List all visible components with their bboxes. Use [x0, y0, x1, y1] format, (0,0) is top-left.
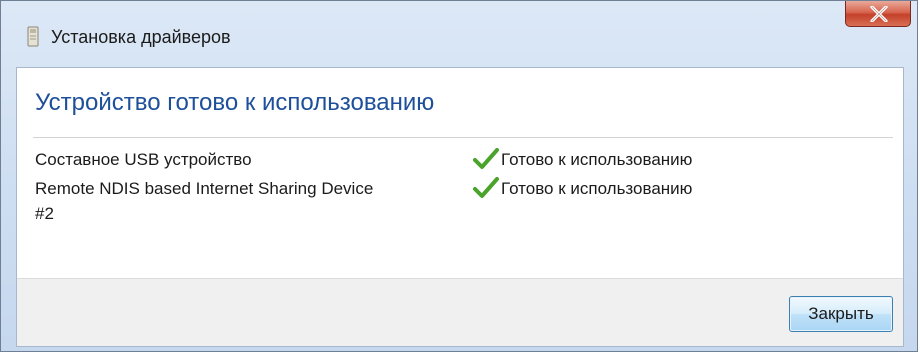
driver-install-dialog: Установка драйверов Устройство готово к …: [0, 0, 918, 352]
device-name: Remote NDIS based Internet Sharing Devic…: [35, 179, 374, 198]
device-status: Готово к использованию: [501, 150, 693, 169]
driver-install-icon: [27, 26, 39, 47]
page-title: Устройство готово к использованию: [35, 89, 435, 116]
device-name-continued: #2: [35, 204, 54, 223]
device-status: Готово к использованию: [501, 179, 693, 198]
window-title: Установка драйверов: [51, 27, 231, 47]
divider: [33, 137, 893, 138]
content-panel: Устройство готово к использованию Состав…: [16, 67, 904, 347]
title-bar[interactable]: Установка драйверов: [1, 1, 917, 61]
close-dialog-button[interactable]: Закрыть: [789, 296, 893, 332]
dialog-footer: Закрыть: [17, 278, 903, 346]
checkmark-icon: [473, 148, 499, 170]
close-icon: [870, 6, 888, 22]
device-name: Составное USB устройство: [35, 150, 252, 169]
window-close-button[interactable]: [845, 1, 911, 27]
checkmark-icon: [473, 177, 499, 199]
